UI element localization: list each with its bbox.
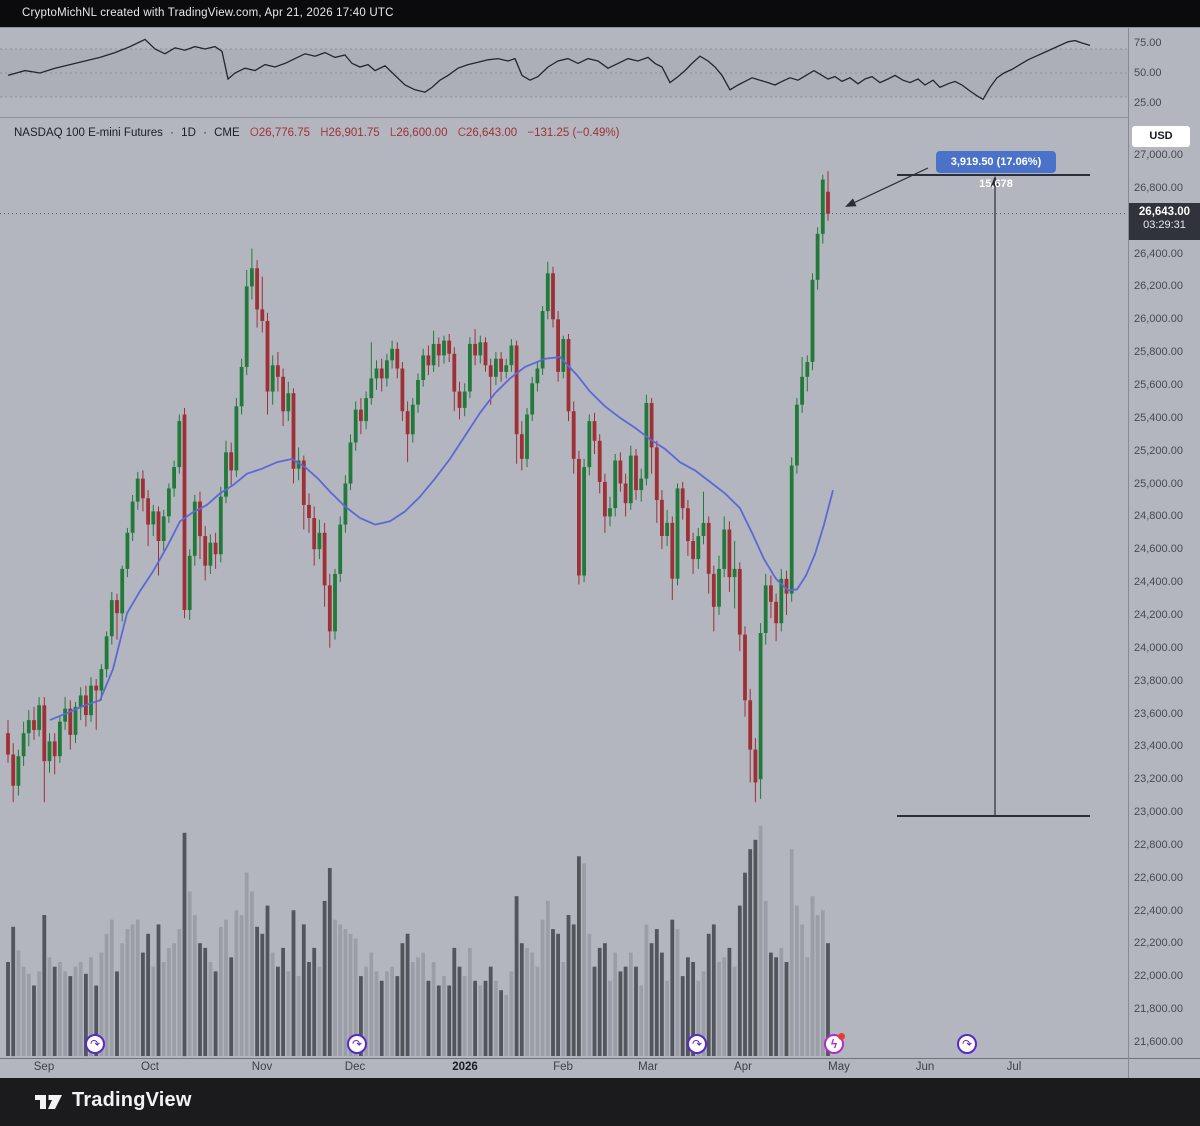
separator-2: · [203,127,207,139]
price-tick: 22,400.00 [1134,905,1183,917]
rsi-tick: 75.00 [1134,37,1162,49]
price-tick: 23,800.00 [1134,675,1183,687]
price-tick: 26,800.00 [1134,182,1183,194]
price-tick: 27,000.00 [1134,149,1183,161]
time-tick-2026[interactable]: 2026 [452,1061,478,1073]
price-tick: 23,400.00 [1134,740,1183,752]
high-label: H [320,127,328,139]
rsi-tick: 25.00 [1134,97,1162,109]
price-tick: 24,800.00 [1134,510,1183,522]
price-axis-border [1128,28,1129,1078]
contract-roll-icon[interactable]: ↷ [347,1034,367,1054]
price-tick: 22,000.00 [1134,970,1183,982]
time-tick-Feb[interactable]: Feb [553,1061,573,1073]
event-flash-icon[interactable]: ϟ [824,1034,844,1054]
attribution-bar: CryptoMichNL created with TradingView.co… [0,0,1200,27]
price-tick: 22,600.00 [1134,872,1183,884]
tradingview-screenshot: CryptoMichNL created with TradingView.co… [0,0,1200,1126]
low-label: L [390,127,396,139]
close-label: C [458,127,466,139]
price-tick: 21,600.00 [1134,1036,1183,1048]
price-tick: 24,000.00 [1134,642,1183,654]
rsi-tick: 50.00 [1134,67,1162,79]
contract-roll-icon[interactable]: ↷ [957,1034,977,1054]
exchange-label: CME [214,127,240,139]
tradingview-logo-icon[interactable] [34,1090,64,1114]
time-tick-Jun[interactable]: Jun [916,1061,935,1073]
time-axis-border [0,1058,1200,1059]
bar-countdown: 03:29:31 [1129,219,1200,231]
price-tick: 23,600.00 [1134,708,1183,720]
price-tick: 23,200.00 [1134,773,1183,785]
low-value: 26,600.00 [396,127,447,139]
range-tool-label[interactable]: 3,919.50 (17.06%) 15,678 [936,151,1056,173]
price-tick: 25,600.00 [1134,379,1183,391]
close-value: 26,643.00 [466,127,517,139]
pane-divider-rsi[interactable] [0,117,1128,118]
last-price-label: 26,643.00 03:29:31 [1129,203,1200,240]
price-pane[interactable] [0,117,1128,1058]
open-value: 26,776.75 [259,127,310,139]
price-tick: 24,200.00 [1134,609,1183,621]
pane-divider-top[interactable] [0,27,1200,28]
contract-roll-icon[interactable]: ↷ [85,1034,105,1054]
notification-dot [838,1033,845,1040]
price-tick: 25,200.00 [1134,445,1183,457]
price-tick: 26,200.00 [1134,280,1183,292]
change-value: −131.25 (−0.49%) [527,127,619,139]
tradingview-wordmark[interactable]: TradingView [72,1089,192,1112]
open-label: O [250,127,259,139]
price-tick: 21,800.00 [1134,1003,1183,1015]
contract-roll-icon[interactable]: ↷ [687,1034,707,1054]
price-tick: 25,800.00 [1134,346,1183,358]
time-tick-Mar[interactable]: Mar [638,1061,658,1073]
price-tick: 26,000.00 [1134,313,1183,325]
time-tick-May[interactable]: May [828,1061,850,1073]
price-tick: 24,600.00 [1134,543,1183,555]
high-value: 26,901.75 [329,127,380,139]
time-tick-Sep[interactable]: Sep [34,1061,54,1073]
price-tick: 25,400.00 [1134,412,1183,424]
price-tick: 24,400.00 [1134,576,1183,588]
attribution-text: CryptoMichNL created with TradingView.co… [22,7,394,19]
footer: TradingView [0,1078,1200,1126]
time-tick-Oct[interactable]: Oct [141,1061,159,1073]
price-tick: 22,200.00 [1134,937,1183,949]
time-tick-Nov[interactable]: Nov [252,1061,272,1073]
separator-1: · [170,127,174,139]
last-price-value: 26,643.00 [1129,206,1200,218]
price-tick: 26,400.00 [1134,248,1183,260]
time-tick-Dec[interactable]: Dec [345,1061,365,1073]
price-tick: 23,000.00 [1134,806,1183,818]
time-tick-Jul[interactable]: Jul [1007,1061,1022,1073]
price-tick: 25,000.00 [1134,478,1183,490]
timeframe-label[interactable]: 1D [181,127,196,139]
symbol-legend[interactable]: NASDAQ 100 E-mini Futures · 1D · CME O26… [14,127,619,139]
currency-button[interactable]: USD [1132,126,1190,147]
symbol-title[interactable]: NASDAQ 100 E-mini Futures [14,127,163,139]
rsi-pane[interactable] [0,28,1128,117]
time-tick-Apr[interactable]: Apr [734,1061,752,1073]
price-tick: 22,800.00 [1134,839,1183,851]
